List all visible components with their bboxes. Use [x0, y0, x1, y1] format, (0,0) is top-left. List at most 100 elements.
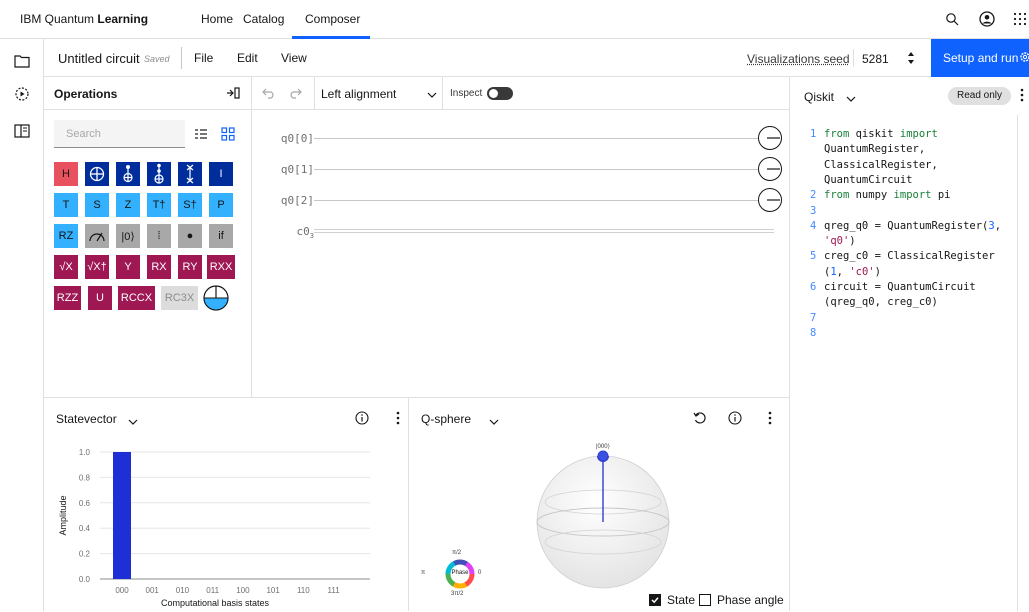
- grid-view-icon[interactable]: [221, 127, 235, 144]
- qubit-wire-0[interactable]: [314, 138, 764, 139]
- gate-barrier[interactable]: ⁞: [147, 224, 171, 248]
- gate-rccx[interactable]: RCCX: [118, 286, 155, 310]
- code-line: 4 qreg_q0 = QuantumRegister(3,: [810, 219, 1001, 234]
- overflow-menu-icon[interactable]: [1020, 88, 1024, 105]
- redo-icon[interactable]: [288, 87, 302, 102]
- y-tick-label: 0.4: [79, 524, 91, 533]
- gate-tdg[interactable]: T†: [147, 193, 171, 217]
- code-token: ): [849, 235, 856, 248]
- menu-view[interactable]: View: [281, 51, 307, 65]
- gate-h[interactable]: H: [54, 162, 78, 186]
- gate-sdg[interactable]: S†: [178, 193, 202, 217]
- chevron-down-icon[interactable]: [427, 88, 437, 102]
- gate-reset[interactable]: |0⟩: [116, 224, 140, 248]
- search-icon[interactable]: [943, 10, 961, 28]
- gate-rxx[interactable]: RXX: [207, 255, 235, 279]
- line-number: 4: [810, 219, 817, 232]
- undo-icon[interactable]: [262, 87, 276, 102]
- operations-search-input[interactable]: [54, 120, 185, 148]
- gate-custom-sphere[interactable]: [203, 285, 229, 311]
- left-rail: [0, 39, 44, 611]
- overflow-menu-icon[interactable]: [390, 410, 406, 426]
- nav-catalog[interactable]: Catalog: [243, 12, 284, 26]
- menu-edit[interactable]: Edit: [237, 51, 258, 65]
- code-token: import: [893, 189, 938, 202]
- gate-control[interactable]: ●: [178, 224, 202, 248]
- list-view-icon[interactable]: [194, 127, 208, 144]
- seed-input[interactable]: 5281: [862, 52, 889, 66]
- gate-cnot[interactable]: [116, 162, 140, 186]
- toffoli-icon: [154, 163, 164, 184]
- operations-panel: Operations H I T S Z T† S† P RZ |0⟩ ⁞ ● …: [44, 77, 252, 397]
- line-number: 5: [810, 250, 817, 263]
- gate-measure-z[interactable]: [85, 224, 109, 248]
- bar-000[interactable]: [113, 452, 131, 579]
- collapse-panel-icon[interactable]: [226, 86, 240, 103]
- x-tick-label: 000: [115, 586, 129, 595]
- qubit-wire-1[interactable]: [314, 169, 764, 170]
- gate-t[interactable]: T: [54, 193, 78, 217]
- alignment-dropdown[interactable]: Left alignment: [321, 87, 396, 101]
- code-line: 6 circuit = QuantumCircuit: [810, 280, 976, 295]
- inspect-toggle[interactable]: [487, 87, 513, 100]
- gate-z[interactable]: Z: [116, 193, 140, 217]
- circuit-header: Left alignment Inspect: [252, 77, 789, 110]
- gate-ry[interactable]: RY: [178, 255, 202, 279]
- line-number: 1: [810, 128, 817, 140]
- gate-sx[interactable]: √X: [54, 255, 78, 279]
- gate-p[interactable]: P: [209, 193, 233, 217]
- qsphere-visualization[interactable]: [528, 442, 678, 592]
- gate-rx[interactable]: RX: [147, 255, 171, 279]
- statevector-title[interactable]: Statevector: [56, 412, 117, 426]
- code-token: creg_c0 = ClassicalRegister: [824, 250, 995, 263]
- app-switcher-icon[interactable]: [1011, 10, 1029, 28]
- run-button-label: Setup and run: [943, 51, 1019, 65]
- code-panel: Qiskit Read only 1 from qiskit import Quan…: [789, 77, 1029, 611]
- folder-icon[interactable]: [13, 52, 31, 70]
- gate-toffoli[interactable]: [147, 162, 171, 186]
- measure-gate-2[interactable]: [758, 188, 782, 212]
- x-tick-label: 001: [146, 586, 160, 595]
- chevron-down-icon[interactable]: [128, 415, 138, 429]
- line-number: 7: [810, 311, 817, 324]
- info-icon[interactable]: [354, 410, 370, 426]
- gate-sxdg[interactable]: √X†: [85, 255, 109, 279]
- gate-rc3x[interactable]: RC3X: [161, 286, 198, 310]
- measure-gate-1[interactable]: [758, 157, 782, 181]
- setup-and-run-button[interactable]: Setup and run: [931, 39, 1029, 77]
- gate-not[interactable]: [85, 162, 109, 186]
- statevector-chart: 0.0 0.2 0.4 0.6 0.8 1.0 000 001 010 011 100 101 110 1…: [58, 448, 370, 608]
- gate-y[interactable]: Y: [116, 255, 140, 279]
- qubit-wire-2[interactable]: [314, 200, 764, 201]
- user-avatar-icon[interactable]: [978, 10, 996, 28]
- inspect-label: Inspect: [450, 88, 483, 99]
- code-scrollbar[interactable]: [1017, 115, 1029, 611]
- gate-rzz[interactable]: RZZ: [54, 286, 81, 310]
- circuit-title[interactable]: Untitled circuit: [58, 51, 140, 66]
- phase-angle-checkbox[interactable]: [699, 594, 711, 606]
- gate-rz[interactable]: RZ: [54, 224, 78, 248]
- gate-u[interactable]: U: [88, 286, 112, 310]
- state-checkbox[interactable]: [649, 594, 661, 606]
- qsphere-title[interactable]: Q-sphere: [421, 412, 471, 426]
- phase-angle-checkbox-label: Phase angle: [717, 593, 784, 607]
- language-dropdown[interactable]: Qiskit: [804, 90, 834, 104]
- seed-stepper-icon[interactable]: [905, 48, 917, 68]
- measure-gate-0[interactable]: [758, 126, 782, 150]
- gate-s[interactable]: S: [85, 193, 109, 217]
- brand[interactable]: IBM Quantum Learning: [20, 12, 148, 26]
- panel-toggle-icon[interactable]: [13, 122, 31, 140]
- info-icon[interactable]: [727, 410, 743, 426]
- nav-home[interactable]: Home: [201, 12, 233, 26]
- chevron-down-icon[interactable]: [489, 415, 499, 429]
- chevron-down-icon[interactable]: [846, 92, 856, 106]
- history-icon[interactable]: [13, 85, 31, 103]
- gate-i[interactable]: I: [209, 162, 233, 186]
- menu-file[interactable]: File: [194, 51, 213, 65]
- classical-wire-a[interactable]: [314, 229, 774, 230]
- nav-composer[interactable]: Composer: [305, 12, 360, 26]
- overflow-menu-icon[interactable]: [762, 410, 778, 426]
- gate-if[interactable]: if: [209, 224, 233, 248]
- reset-view-icon[interactable]: [692, 410, 708, 426]
- gate-swap[interactable]: [178, 162, 202, 186]
